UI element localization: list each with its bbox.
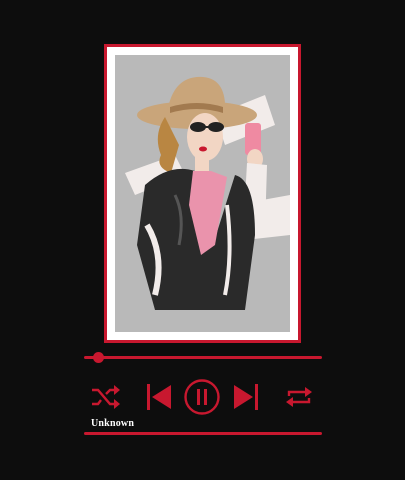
album-artwork — [115, 55, 290, 332]
shuffle-icon — [92, 385, 120, 409]
skip-forward-icon — [234, 384, 258, 410]
pause-icon — [184, 379, 220, 415]
progress-knob[interactable] — [92, 352, 104, 363]
repeat-icon — [286, 387, 312, 407]
album-art-frame — [104, 44, 301, 343]
track-title: Unknown — [91, 418, 135, 429]
shuffle-button[interactable] — [89, 378, 123, 416]
skip-back-icon — [147, 384, 171, 410]
next-button[interactable] — [231, 378, 261, 416]
album-art-mat — [107, 47, 298, 340]
fashion-illustration — [125, 76, 290, 310]
previous-button[interactable] — [144, 378, 174, 416]
play-pause-button[interactable] — [183, 378, 221, 416]
divider-line — [84, 432, 322, 435]
playback-controls — [84, 378, 322, 416]
progress-track[interactable] — [84, 356, 322, 359]
repeat-button[interactable] — [282, 378, 316, 416]
